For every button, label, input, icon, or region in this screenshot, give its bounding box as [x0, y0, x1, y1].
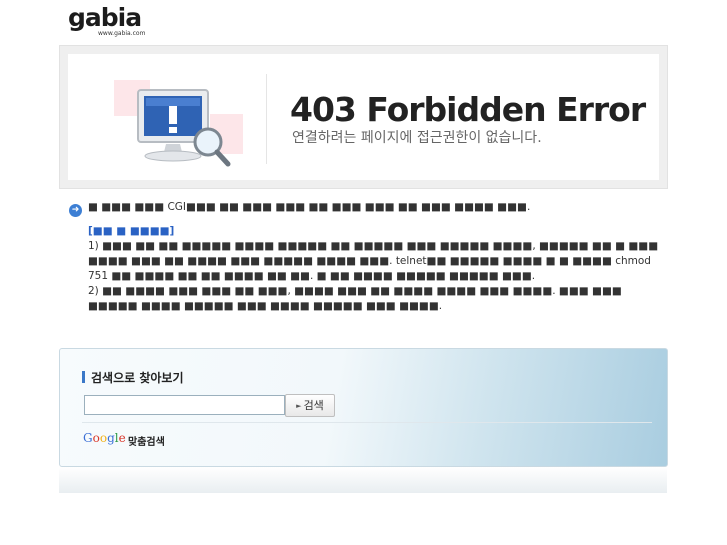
- search-input[interactable]: [84, 395, 285, 415]
- error-title: 403 Forbidden Error: [290, 90, 646, 129]
- divider: [82, 422, 652, 423]
- google-logo: Google: [83, 431, 126, 445]
- search-title: 검색으로 찾아보기: [82, 369, 184, 386]
- search-button[interactable]: ► 검색: [285, 394, 335, 417]
- monitor-warning-icon: [137, 89, 231, 167]
- vertical-divider: [266, 74, 267, 164]
- info-line: ■ ■■■ ■■■ CGI■■■ ■■ ■■■ ■■■ ■■ ■■■ ■■■ ■…: [88, 201, 531, 213]
- info-heading: [■■ ■ ■■■■]: [88, 225, 175, 237]
- logo-wordmark: gabia: [68, 3, 142, 32]
- info-details: [■■ ■ ■■■■] 1) ■■■ ■■ ■■ ■■■■■ ■■■■ ■■■■…: [88, 224, 668, 314]
- info-item-2: 2) ■■ ■■■■ ■■■ ■■■ ■■ ■■■, ■■■■ ■■■ ■■ ■…: [88, 285, 622, 312]
- search-panel: 검색으로 찾아보기 ► 검색 Google 맞춤검색: [59, 348, 668, 467]
- arrow-circle-icon: ➜: [69, 204, 82, 217]
- title-bar-icon: [82, 371, 85, 383]
- error-banner: 403 Forbidden Error 연결하려는 페이지에 접근권한이 없습니…: [59, 45, 668, 189]
- gabia-logo[interactable]: gabia www.gabia.com: [68, 4, 155, 40]
- error-panel: 403 Forbidden Error 연결하려는 페이지에 접근권한이 없습니…: [68, 54, 659, 180]
- play-arrow-icon: ►: [296, 402, 302, 410]
- footer-panel: [59, 467, 667, 493]
- google-custom-search-label: 맞춤검색: [128, 437, 165, 448]
- info-item-1: 1) ■■■ ■■ ■■ ■■■■■ ■■■■ ■■■■■ ■■ ■■■■■ ■…: [88, 240, 659, 282]
- logo-url: www.gabia.com: [98, 30, 146, 37]
- error-subtitle: 연결하려는 페이지에 접근권한이 없습니다.: [292, 130, 542, 146]
